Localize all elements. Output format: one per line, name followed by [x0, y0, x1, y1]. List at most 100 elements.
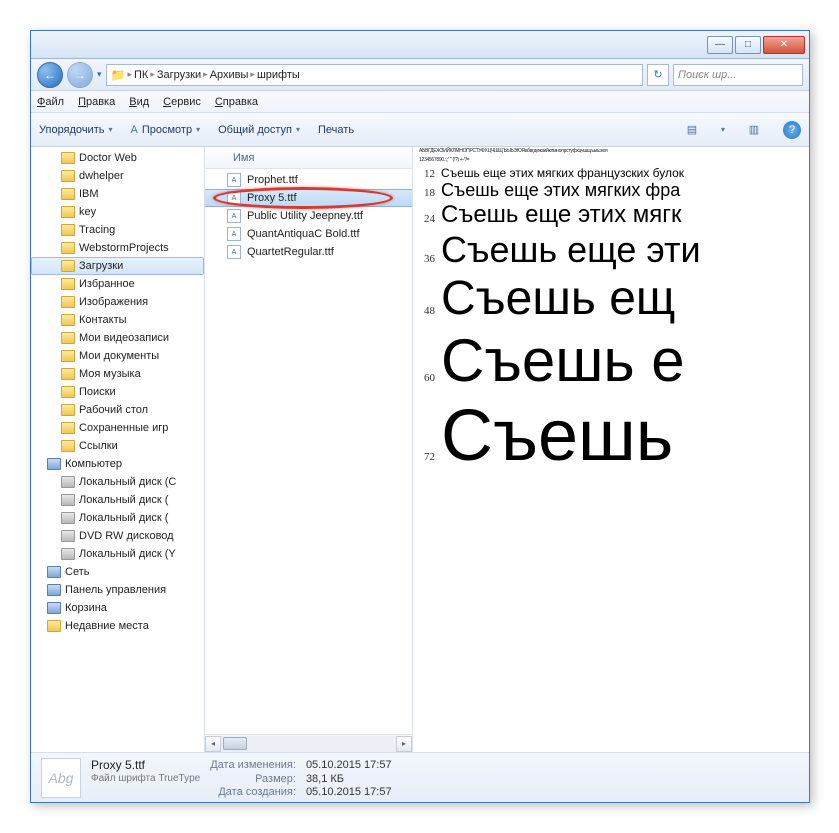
tree-item[interactable]: Корзина — [31, 599, 204, 617]
sample-size: 36 — [419, 253, 441, 265]
sample-text: Съешь еще этих мягк — [441, 201, 681, 229]
tree-item[interactable]: Сеть — [31, 563, 204, 581]
tree-item[interactable]: dwhelper — [31, 167, 204, 185]
menu-help[interactable]: Справка — [215, 96, 258, 108]
preview-button[interactable]: A Просмотр ▾ — [130, 124, 200, 136]
tree-item[interactable]: Избранное — [31, 275, 204, 293]
tree-item[interactable]: IBM — [31, 185, 204, 203]
file-item[interactable]: AProxy 5.ttf — [205, 189, 412, 207]
column-header-name[interactable]: Имя — [205, 147, 412, 169]
file-list[interactable]: AProphet.ttfAProxy 5.ttfAPublic Utility … — [205, 169, 412, 734]
tree-item[interactable]: Ссылки — [31, 437, 204, 455]
details-size-label: Размер: — [210, 773, 296, 785]
tree-item[interactable]: Tracing — [31, 221, 204, 239]
breadcrumb[interactable]: 📁 ▸ ПК ▸ Загрузки ▸ Архивы ▸ шрифты — [106, 64, 643, 86]
folder-icon — [61, 368, 75, 380]
drive-icon — [61, 494, 75, 506]
menu-file[interactable]: Файл — [37, 96, 64, 108]
menu-view[interactable]: Вид — [129, 96, 149, 108]
organize-button[interactable]: Упорядочить ▾ — [39, 124, 112, 136]
print-button[interactable]: Печать — [318, 124, 354, 136]
tree-item-label: Загрузки — [79, 260, 123, 272]
preview-symbols: 1234567890.:,;' " (!?) +-*/= — [419, 158, 809, 164]
back-button[interactable]: ← — [37, 62, 63, 88]
details-created-value: 05.10.2015 17:57 — [306, 786, 392, 798]
tree-item[interactable]: Doctor Web — [31, 149, 204, 167]
file-item[interactable]: AProphet.ttf — [205, 171, 412, 189]
menu-edit[interactable]: Правка — [78, 96, 115, 108]
comp-icon — [47, 458, 61, 470]
font-file-icon: A — [227, 209, 241, 223]
font-file-icon: A — [227, 173, 241, 187]
tree-item[interactable]: Изображения — [31, 293, 204, 311]
tree-item-label: IBM — [79, 188, 99, 200]
scrollbar-thumb[interactable] — [223, 737, 247, 750]
tree-item[interactable]: Панель управления — [31, 581, 204, 599]
body: Doctor Webdwhelper IBM keyTracing WebstormP… — [31, 147, 809, 752]
refresh-button[interactable]: ↻ — [647, 64, 669, 86]
tree-item-label: Локальный диск ( — [79, 494, 168, 506]
crumb-downloads[interactable]: Загрузки — [157, 69, 201, 81]
drive-icon — [61, 476, 75, 488]
folder-icon — [61, 206, 75, 218]
tree-item[interactable]: Рабочий стол — [31, 401, 204, 419]
tree-item[interactable]: Локальный диск (Y — [31, 545, 204, 563]
folder-icon — [61, 350, 75, 362]
nav-tree[interactable]: Doctor Webdwhelper IBM keyTracing WebstormP… — [31, 147, 205, 752]
search-input[interactable]: Поиск шр... — [673, 64, 803, 86]
minimize-button[interactable]: — — [707, 36, 733, 54]
tree-item[interactable]: Локальный диск ( — [31, 509, 204, 527]
scroll-right-button[interactable]: ▸ — [396, 736, 412, 752]
tree-item[interactable]: Контакты — [31, 311, 204, 329]
tree-item[interactable]: Мои документы — [31, 347, 204, 365]
tree-item[interactable]: key — [31, 203, 204, 221]
menubar: Файл Правка Вид Сервис Справка — [31, 91, 809, 113]
details-pane: Abg Proxy 5.ttf Дата изменения: 05.10.20… — [31, 752, 809, 802]
tree-item[interactable]: DVD RW дисковод — [31, 527, 204, 545]
tree-item[interactable]: Поиски — [31, 383, 204, 401]
tree-item-label: WebstormProjects — [79, 242, 169, 254]
file-item[interactable]: APublic Utility Jeepney.ttf — [205, 207, 412, 225]
tree-item-label: Избранное — [79, 278, 135, 290]
sample-text: Съешь ещ — [441, 271, 675, 326]
folder-icon — [61, 278, 75, 290]
crumb-archives[interactable]: Архивы — [210, 69, 249, 81]
folder-icon — [61, 314, 75, 326]
tree-item[interactable]: WebstormProjects — [31, 239, 204, 257]
help-button[interactable]: ? — [783, 121, 801, 139]
crumb-fonts[interactable]: шрифты — [257, 69, 300, 81]
close-button[interactable]: ✕ — [763, 36, 805, 54]
font-icon: A — [130, 124, 137, 136]
tree-item[interactable]: Локальный диск ( — [31, 491, 204, 509]
scroll-left-button[interactable]: ◂ — [205, 736, 221, 752]
tree-item[interactable]: Моя музыка — [31, 365, 204, 383]
tree-item[interactable]: Сохраненные игр — [31, 419, 204, 437]
file-item[interactable]: AQuantAntiquaC Bold.ttf — [205, 225, 412, 243]
folder-icon — [61, 260, 75, 272]
tree-item-label: Мои документы — [79, 350, 159, 362]
tree-item-label: Локальный диск (C — [79, 476, 176, 488]
tree-item[interactable]: Мои видеозаписи — [31, 329, 204, 347]
preview-pane-button[interactable]: ▥ — [743, 120, 765, 140]
details-size-value: 38,1 КБ — [306, 773, 392, 785]
tree-item[interactable]: Загрузки — [31, 257, 204, 275]
folder-icon — [61, 422, 75, 434]
chevron-down-icon[interactable]: ▾ — [97, 69, 102, 80]
chevron-down-icon: ▾ — [108, 125, 112, 134]
menu-tools[interactable]: Сервис — [163, 96, 201, 108]
forward-button[interactable]: → — [67, 62, 93, 88]
view-options-button[interactable]: ▤ — [681, 120, 703, 140]
folder-icon — [47, 620, 61, 632]
crumb-computer[interactable]: ПК — [134, 69, 148, 81]
share-button[interactable]: Общий доступ ▾ — [218, 124, 300, 136]
tree-item[interactable]: Локальный диск (C — [31, 473, 204, 491]
details-filename: Proxy 5.ttf — [91, 758, 200, 772]
drive-icon — [61, 512, 75, 524]
file-item[interactable]: AQuartetRegular.ttf — [205, 243, 412, 261]
folder-icon — [61, 170, 75, 182]
tree-item[interactable]: Компьютер — [31, 455, 204, 473]
maximize-button[interactable]: □ — [735, 36, 761, 54]
tree-item[interactable]: Недавние места — [31, 617, 204, 635]
explorer-window: — □ ✕ ← → ▾ 📁 ▸ ПК ▸ Загрузки ▸ Архивы ▸… — [30, 30, 810, 803]
horizontal-scrollbar[interactable]: ◂ ▸ — [205, 734, 412, 752]
